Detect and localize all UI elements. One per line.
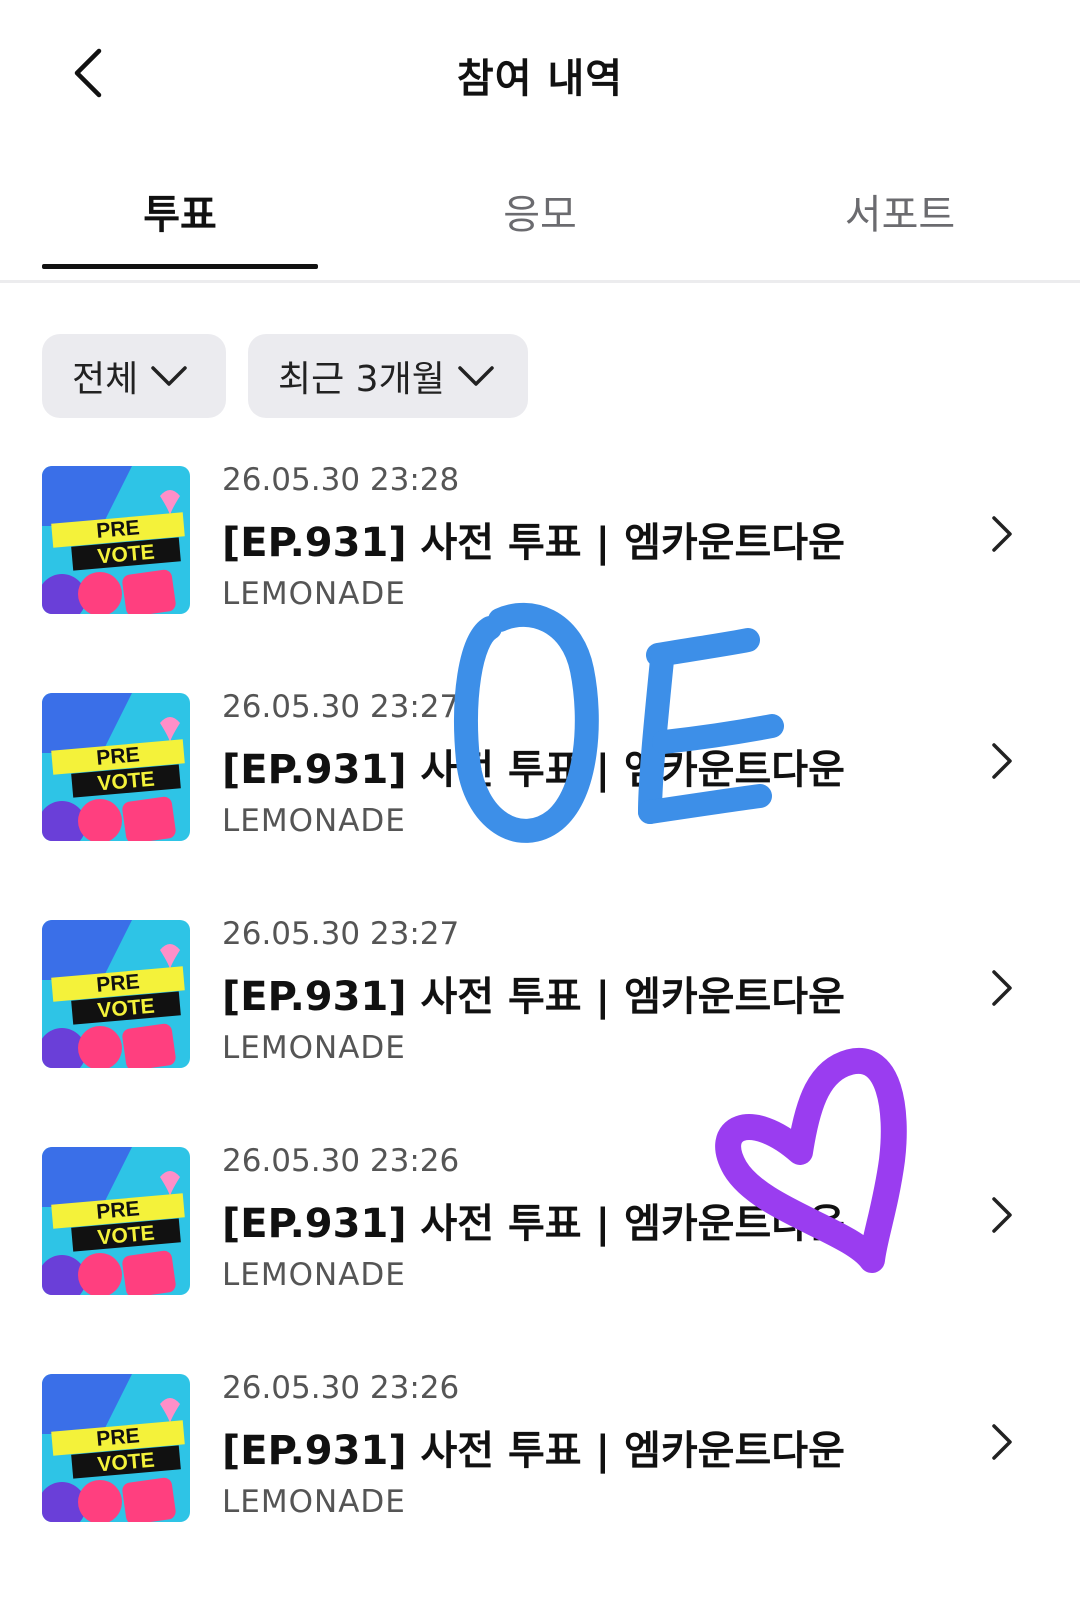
tab-vote[interactable]: 투표	[42, 182, 318, 262]
list-item[interactable]: PRE VOTE 26.05.30 23:26 [EP.931] 사전 투표 |…	[0, 1368, 1080, 1528]
list-item[interactable]: PRE VOTE 26.05.30 23:28 [EP.931] 사전 투표 |…	[0, 460, 1080, 620]
item-title: [EP.931] 사전 투표 | 엠카운트다운	[222, 1201, 845, 1247]
chevron-right-icon	[992, 1424, 1012, 1460]
tab-bar: 투표 응모 서포트	[0, 170, 1080, 283]
list-item[interactable]: PRE VOTE 26.05.30 23:26 [EP.931] 사전 투표 |…	[0, 1141, 1080, 1301]
thumbnail-text-pre: PRE	[95, 1197, 140, 1224]
thumbnail-text-pre: PRE	[95, 743, 140, 770]
header: 참여 내역	[0, 0, 1080, 150]
item-date: 26.05.30 23:28	[222, 462, 460, 498]
prevote-thumbnail: PRE VOTE	[42, 466, 190, 614]
chevron-down-icon	[150, 364, 188, 388]
list-item[interactable]: PRE VOTE 26.05.30 23:27 [EP.931] 사전 투표 |…	[0, 914, 1080, 1074]
item-title: [EP.931] 사전 투표 | 엠카운트다운	[222, 520, 845, 566]
item-title: [EP.931] 사전 투표 | 엠카운트다운	[222, 747, 845, 793]
period-filter-label: 최근 3개월	[278, 359, 445, 400]
item-brand: LEMONADE	[222, 1484, 406, 1520]
chevron-right-icon	[992, 1197, 1012, 1233]
item-date: 26.05.30 23:26	[222, 1143, 460, 1179]
chevron-right-icon	[992, 743, 1012, 779]
prevote-thumbnail: PRE VOTE	[42, 1374, 190, 1522]
thumbnail-text-pre: PRE	[95, 1424, 140, 1451]
active-tab-indicator	[42, 264, 318, 269]
tab-support[interactable]: 서포트	[762, 182, 1038, 262]
chevron-right-icon	[992, 516, 1012, 552]
prevote-thumbnail: PRE VOTE	[42, 1147, 190, 1295]
item-brand: LEMONADE	[222, 1030, 406, 1066]
item-brand: LEMONADE	[222, 803, 406, 839]
item-date: 26.05.30 23:27	[222, 689, 460, 725]
period-filter-dropdown[interactable]: 최근 3개월	[248, 334, 528, 418]
item-brand: LEMONADE	[222, 576, 406, 612]
type-filter-label: 전체	[72, 359, 139, 400]
thumbnail-text-pre: PRE	[95, 970, 140, 997]
prevote-thumbnail: PRE VOTE	[42, 920, 190, 1068]
item-brand: LEMONADE	[222, 1257, 406, 1293]
item-date: 26.05.30 23:27	[222, 916, 460, 952]
item-title: [EP.931] 사전 투표 | 엠카운트다운	[222, 974, 845, 1020]
item-date: 26.05.30 23:26	[222, 1370, 460, 1406]
chevron-down-icon	[457, 364, 495, 388]
participation-history-screen: 참여 내역 투표 응모 서포트 전체 최근 3개월 PRE VOTE 26.05…	[0, 0, 1080, 1605]
type-filter-dropdown[interactable]: 전체	[42, 334, 226, 418]
prevote-thumbnail: PRE VOTE	[42, 693, 190, 841]
page-title: 참여 내역	[456, 56, 624, 102]
chevron-right-icon	[992, 970, 1012, 1006]
tab-entry[interactable]: 응모	[402, 182, 678, 262]
list-item[interactable]: PRE VOTE 26.05.30 23:27 [EP.931] 사전 투표 |…	[0, 687, 1080, 847]
thumbnail-text-pre: PRE	[95, 516, 140, 543]
item-title: [EP.931] 사전 투표 | 엠카운트다운	[222, 1428, 845, 1474]
